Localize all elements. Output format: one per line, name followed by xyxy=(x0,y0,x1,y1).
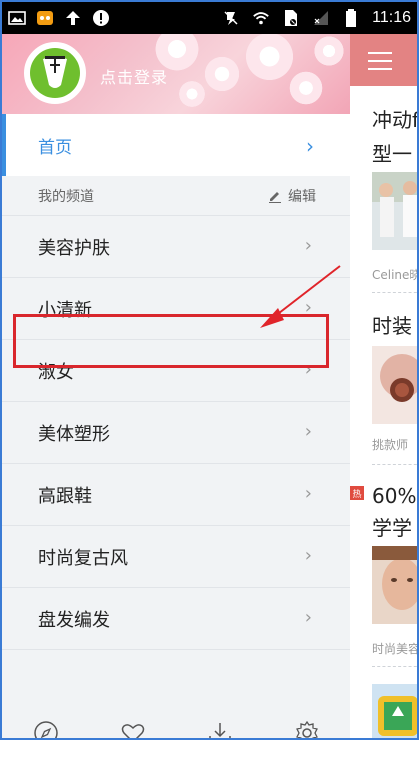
channel-item[interactable]: 盘发编发 › xyxy=(2,588,350,650)
app-frame: 11:16 点击登录 首页 › 我的频道 编辑 美容护肤 › 小清新 › 淑女 … xyxy=(0,0,419,740)
pencil-icon xyxy=(269,192,281,203)
signal-icon xyxy=(312,10,330,26)
channel-label: 小清新 xyxy=(38,299,92,321)
channel-item[interactable]: 小清新 › xyxy=(2,278,350,340)
game-icon xyxy=(36,10,54,26)
channel-label: 高跟鞋 xyxy=(38,485,92,507)
chevron-right-icon: › xyxy=(304,359,312,380)
divider xyxy=(372,292,417,293)
nav-settings[interactable]: 设置 xyxy=(263,710,350,738)
divider xyxy=(372,464,417,465)
menu-icon[interactable] xyxy=(368,52,392,70)
drawer-bottom-nav: 发现 收藏 离线 设置 xyxy=(2,710,350,738)
article-thumbnail[interactable] xyxy=(372,546,417,624)
edit-button[interactable]: 编辑 xyxy=(268,186,316,206)
article-thumbnail[interactable] xyxy=(372,684,417,740)
wifi-icon xyxy=(252,10,270,26)
channel-item[interactable]: 美体塑形 › xyxy=(2,402,350,464)
channel-label: 时尚复古风 xyxy=(38,547,128,569)
menu-item-home[interactable]: 首页 › xyxy=(2,114,350,176)
channel-list: 美容护肤 › 小清新 › 淑女 › 美体塑形 › 高跟鞋 › 时尚复古风 › 盘… xyxy=(2,216,350,650)
nav-offline[interactable]: 离线 xyxy=(176,710,263,738)
nav-discover[interactable]: 发现 xyxy=(2,710,89,738)
channel-item[interactable]: 美容护肤 › xyxy=(2,216,350,278)
article-title-line2[interactable]: 型一 xyxy=(372,138,412,167)
article-title-line2[interactable]: 学学 xyxy=(372,512,412,541)
article-thumbnail[interactable] xyxy=(372,172,417,250)
channel-label: 淑女 xyxy=(38,361,74,383)
article-source: 挑款师 xyxy=(372,438,409,452)
avatar[interactable] xyxy=(24,42,86,104)
no-sim-icon xyxy=(282,10,300,26)
channel-label: 盘发编发 xyxy=(38,609,110,631)
gear-icon xyxy=(295,720,318,738)
channel-label: 美体塑形 xyxy=(38,423,110,445)
drawer-header: 点击登录 xyxy=(2,34,350,114)
feed-content: 冲动f 型一 Celine晓 时装 挑款师 热 60%的 学学 xyxy=(350,34,417,740)
navigation-drawer: 点击登录 首页 › 我的频道 编辑 美容护肤 › 小清新 › 淑女 › 美体塑形… xyxy=(2,34,350,738)
alert-icon xyxy=(92,10,110,26)
status-bar: 11:16 xyxy=(2,2,417,34)
article-source: 时尚美容 xyxy=(372,642,417,656)
nav-favorites[interactable]: 收藏 xyxy=(89,710,176,738)
article-title[interactable]: 时装 xyxy=(372,310,412,339)
menu-item-label: 首页 xyxy=(38,137,72,158)
article-source: Celine晓 xyxy=(372,268,417,282)
chevron-right-icon: › xyxy=(304,235,312,256)
chevron-right-icon: › xyxy=(304,297,312,318)
article-thumbnail[interactable] xyxy=(372,346,417,424)
channel-item-highlighted[interactable]: 淑女 › xyxy=(2,340,350,402)
compass-icon xyxy=(33,721,58,738)
content-top-bar xyxy=(350,34,417,86)
channel-item[interactable]: 时尚复古风 › xyxy=(2,526,350,588)
my-channels-header: 我的频道 编辑 xyxy=(2,176,350,216)
chevron-right-icon: › xyxy=(304,545,312,566)
chevron-right-icon: › xyxy=(304,483,312,504)
chevron-right-icon: › xyxy=(304,421,312,442)
image-icon xyxy=(8,10,26,26)
login-link[interactable]: 点击登录 xyxy=(100,64,168,88)
upload-icon xyxy=(64,10,82,26)
edit-label: 编辑 xyxy=(288,189,316,205)
mute-icon xyxy=(222,10,240,26)
hot-badge: 热 xyxy=(350,486,364,500)
channel-item[interactable]: 高跟鞋 › xyxy=(2,464,350,526)
status-time: 11:16 xyxy=(372,9,411,26)
channel-label: 美容护肤 xyxy=(38,237,110,259)
battery-icon xyxy=(342,9,360,27)
heart-icon xyxy=(121,724,144,738)
article-title[interactable]: 60%的 xyxy=(372,480,417,509)
article-title[interactable]: 冲动f xyxy=(372,104,417,133)
section-title: 我的频道 xyxy=(38,188,94,205)
chevron-right-icon: › xyxy=(304,607,312,628)
divider xyxy=(372,666,417,667)
chevron-right-icon: › xyxy=(306,134,314,158)
download-icon xyxy=(208,723,231,738)
